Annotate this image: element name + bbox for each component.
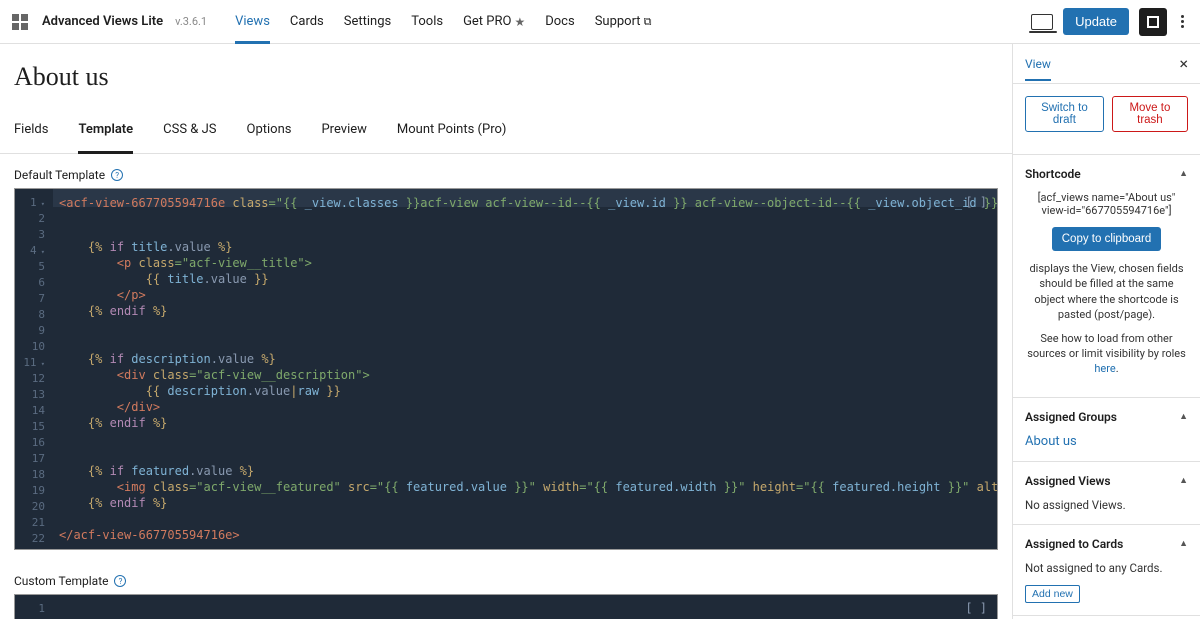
page-title: About us (14, 62, 998, 92)
move-to-trash-button[interactable]: Move to trash (1112, 96, 1188, 132)
brackets-icon[interactable]: [ ] (965, 601, 987, 615)
content-tabs: Fields Template CSS & JS Options Preview… (0, 110, 1012, 154)
code-area[interactable]: <acf-view-667705594716e class="{{ _view.… (15, 189, 997, 549)
assigned-views-title: Assigned Views (1025, 474, 1188, 488)
default-template-label: Default Template ? (0, 154, 1012, 188)
brand-title: Advanced Views Lite (42, 14, 163, 29)
here-link[interactable]: here (1094, 362, 1115, 375)
shortcode-value: [acf_views name="About us" view-id="6677… (1025, 191, 1188, 217)
nav-docs[interactable]: Docs (545, 2, 574, 42)
sidebar-tab-view[interactable]: View (1025, 57, 1051, 81)
nav-links: Views Cards Settings Tools Get PRO★ Docs… (235, 2, 651, 42)
info-icon[interactable]: ? (111, 169, 123, 181)
nav-settings[interactable]: Settings (344, 2, 391, 42)
shortcode-title: Shortcode (1025, 167, 1188, 181)
tab-options[interactable]: Options (247, 110, 292, 153)
tab-mount-points[interactable]: Mount Points (Pro) (397, 110, 507, 153)
topbar: Advanced Views Lite v.3.6.1 Views Cards … (0, 0, 1200, 44)
assigned-views-text: No assigned Views. (1025, 498, 1188, 512)
close-icon[interactable]: × (1179, 54, 1188, 73)
assigned-group-link[interactable]: About us (1025, 434, 1077, 449)
default-template-editor[interactable]: [ ] 12345678910111213141516171819202122 … (14, 188, 998, 550)
chevron-up-icon[interactable]: ▲ (1179, 411, 1188, 422)
copy-to-clipboard-button[interactable]: Copy to clipboard (1052, 227, 1162, 251)
custom-template-label: Custom Template ? (0, 560, 1012, 594)
code-area[interactable] (15, 595, 997, 619)
shortcode-description-2: See how to load from other sources or li… (1025, 331, 1188, 377)
nav-tools[interactable]: Tools (411, 2, 443, 42)
update-button[interactable]: Update (1063, 8, 1129, 35)
panel-toggle-icon[interactable] (1139, 8, 1167, 36)
line-gutter: 12345678910111213141516171819202122 (15, 189, 53, 549)
chevron-up-icon[interactable]: ▲ (1179, 538, 1188, 549)
external-link-icon: ⧉ (644, 15, 652, 29)
device-icon[interactable] (1031, 14, 1053, 30)
shortcode-description: displays the View, chosen fields should … (1025, 261, 1188, 323)
sidebar: View × Switch to draft Move to trash Sho… (1012, 44, 1200, 619)
switch-to-draft-button[interactable]: Switch to draft (1025, 96, 1104, 132)
chevron-up-icon[interactable]: ▲ (1179, 475, 1188, 486)
assigned-cards-text: Not assigned to any Cards. (1025, 561, 1188, 575)
tab-template[interactable]: Template (78, 110, 133, 154)
grid-icon[interactable] (12, 14, 28, 30)
assigned-groups-title: Assigned Groups (1025, 410, 1188, 424)
more-icon[interactable] (1177, 15, 1188, 28)
info-icon[interactable]: ? (114, 575, 126, 587)
nav-getpro[interactable]: Get PRO★ (463, 2, 525, 42)
line-gutter: 1 (15, 595, 53, 619)
assigned-cards-title: Assigned to Cards (1025, 537, 1188, 551)
nav-cards[interactable]: Cards (290, 2, 324, 42)
nav-views[interactable]: Views (235, 2, 270, 44)
star-icon: ★ (514, 15, 525, 29)
chevron-up-icon[interactable]: ▲ (1179, 168, 1188, 179)
tab-preview[interactable]: Preview (321, 110, 366, 153)
tab-fields[interactable]: Fields (14, 110, 48, 153)
main-content: About us Fields Template CSS & JS Option… (0, 44, 1012, 619)
add-new-button[interactable]: Add new (1025, 585, 1080, 603)
version-label: v.3.6.1 (175, 15, 207, 28)
custom-template-editor[interactable]: [ ] 1 (14, 594, 998, 619)
nav-support[interactable]: Support⧉ (595, 2, 652, 42)
tab-css-js[interactable]: CSS & JS (163, 110, 216, 153)
brackets-icon[interactable]: [ ] (965, 195, 987, 209)
